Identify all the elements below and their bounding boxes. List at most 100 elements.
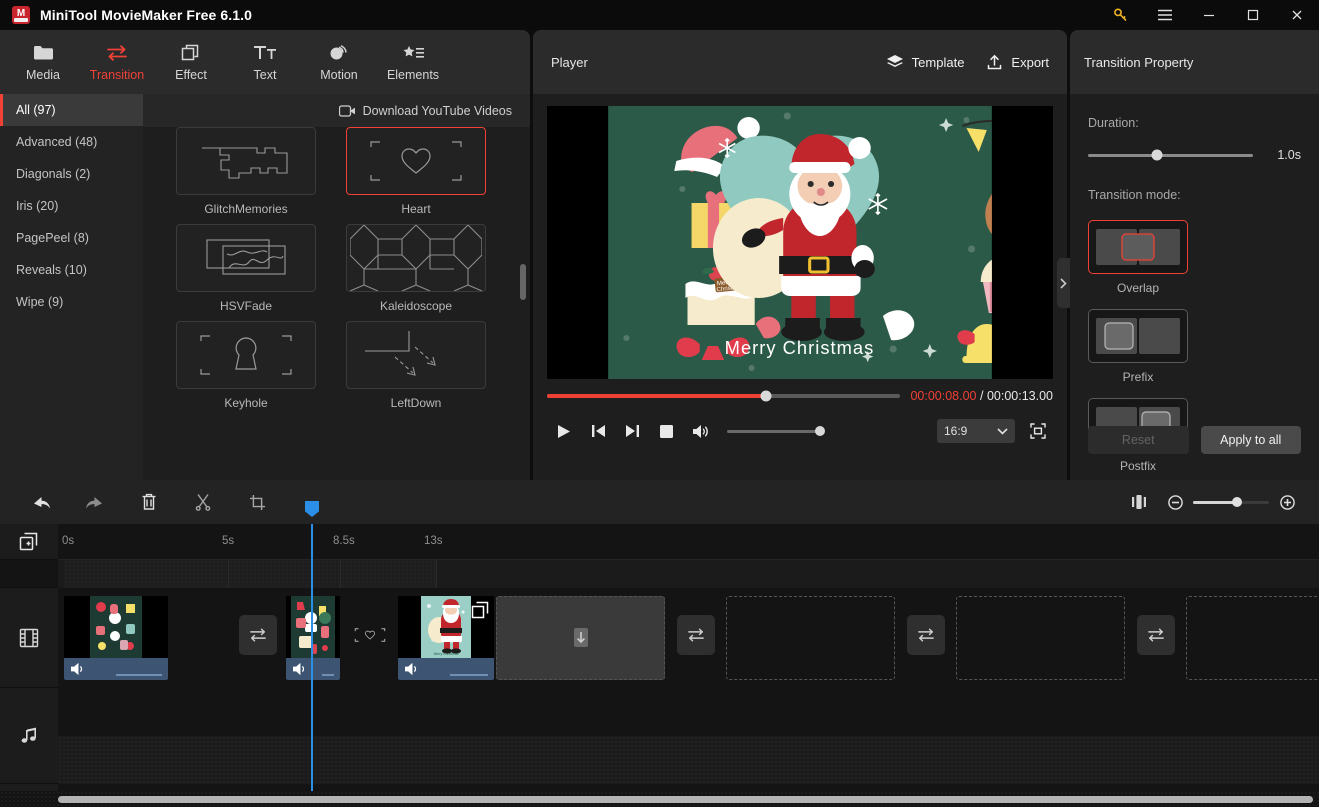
key-icon[interactable] <box>1099 0 1143 30</box>
fit-timeline-icon[interactable] <box>1121 485 1157 519</box>
maximize-icon[interactable] <box>1231 0 1275 30</box>
video-preview[interactable]: Merry Christmas Merry Christmas <box>547 106 1053 379</box>
property-body: Duration: 1.0s Transition mode: Overlap … <box>1070 94 1319 480</box>
tab-effect[interactable]: Effect <box>154 34 228 90</box>
playhead[interactable] <box>305 501 319 791</box>
transition-grid-wrap: Download YouTube Videos Fold GlitchDi <box>143 94 530 480</box>
transition-heart[interactable] <box>351 615 389 655</box>
reset-button[interactable]: Reset <box>1088 426 1189 454</box>
transition-slot-1[interactable] <box>239 615 277 655</box>
category-iris[interactable]: Iris (20) <box>0 190 143 222</box>
leftdown-icon[interactable] <box>346 321 486 389</box>
table-row[interactable] <box>286 596 340 680</box>
media-drop-slot[interactable] <box>496 596 665 680</box>
grid-cell-hsvfade[interactable]: HSVFade <box>161 224 331 313</box>
template-button[interactable]: Template <box>886 54 964 70</box>
play-icon[interactable] <box>547 416 581 446</box>
empty-slot-4[interactable] <box>1186 596 1319 680</box>
category-pagepeel[interactable]: PagePeel (8) <box>0 222 143 254</box>
table-row[interactable] <box>64 596 168 680</box>
redo-button[interactable] <box>68 485 122 519</box>
empty-slot-2[interactable] <box>726 596 895 680</box>
property-title: Transition Property <box>1084 54 1194 70</box>
close-icon[interactable] <box>1275 0 1319 30</box>
transition-mode-label: Transition mode: <box>1088 188 1181 202</box>
duration-knob[interactable] <box>1151 149 1163 161</box>
grid-cell-leftdown[interactable]: LeftDown <box>331 321 501 410</box>
mode-prefix[interactable]: Prefix <box>1088 309 1188 384</box>
tab-text-label: Text <box>253 67 277 82</box>
timeline-horizontal-scrollbar[interactable] <box>58 796 1313 803</box>
timeline-tracks: 0s 5s 8.5s 13s Merry Christmas <box>58 501 1319 791</box>
zoom-in-icon[interactable] <box>1275 485 1299 519</box>
add-media-icon[interactable] <box>0 524 58 560</box>
audio-track-header[interactable] <box>0 688 58 784</box>
aspect-ratio-select[interactable]: 16:9 <box>937 419 1015 443</box>
kaleidoscope-icon[interactable] <box>346 224 486 292</box>
fullscreen-icon[interactable] <box>1023 418 1053 444</box>
category-all[interactable]: All (97) <box>0 94 143 126</box>
grid-cell-kaleidoscope[interactable]: Kaleidoscope <box>331 224 501 313</box>
mode-overlap[interactable]: Overlap <box>1088 220 1188 295</box>
tab-transition[interactable]: Transition <box>80 34 154 90</box>
category-diagonals[interactable]: Diagonals (2) <box>0 158 143 190</box>
download-youtube-button[interactable]: Download YouTube Videos <box>143 94 530 127</box>
subtitle-track[interactable] <box>58 560 1319 588</box>
volume-slider[interactable] <box>727 426 825 436</box>
volume-knob[interactable] <box>815 426 825 436</box>
delete-button[interactable] <box>122 485 176 519</box>
export-button[interactable]: Export <box>986 54 1049 71</box>
tab-media[interactable]: Media <box>6 34 80 90</box>
tab-elements[interactable]: Elements <box>376 34 450 90</box>
collapse-panel-handle[interactable] <box>1057 258 1070 308</box>
subtitle-cell-1[interactable] <box>64 560 229 588</box>
apply-to-all-button[interactable]: Apply to all <box>1200 426 1301 454</box>
tab-text[interactable]: Text <box>228 34 302 90</box>
time-separator: / <box>979 389 984 403</box>
zoom-slider[interactable] <box>1193 497 1269 507</box>
heart-icon[interactable] <box>346 127 486 195</box>
volume-icon[interactable] <box>683 416 717 446</box>
total-time: 00:00:13.00 <box>986 389 1053 403</box>
stop-icon[interactable] <box>649 416 683 446</box>
progress-knob[interactable] <box>760 390 772 402</box>
previous-frame-icon[interactable] <box>581 416 615 446</box>
category-reveals-label: Reveals (10) <box>16 263 87 277</box>
grid-cell-heart[interactable]: Heart <box>331 127 501 216</box>
category-advanced[interactable]: Advanced (48) <box>0 126 143 158</box>
category-wipe[interactable]: Wipe (9) <box>0 286 143 318</box>
library-scrollbar[interactable] <box>520 264 526 300</box>
crop-button[interactable] <box>230 485 284 519</box>
next-frame-icon[interactable] <box>615 416 649 446</box>
glitch-memories-icon[interactable] <box>176 127 316 195</box>
keyhole-icon[interactable] <box>176 321 316 389</box>
transition-slot-5[interactable] <box>907 615 945 655</box>
mode-prefix-thumb[interactable] <box>1088 309 1188 363</box>
video-track[interactable]: Merry Christmas <box>58 588 1319 688</box>
zoom-knob[interactable] <box>1232 497 1243 507</box>
transition-slot-4[interactable] <box>677 615 715 655</box>
hamburger-menu-icon[interactable] <box>1143 0 1187 30</box>
video-track-header[interactable] <box>0 588 58 688</box>
duration-slider[interactable] <box>1088 149 1253 161</box>
clip-thumbnail-2 <box>286 596 340 658</box>
table-row[interactable]: Merry Christmas <box>398 596 494 680</box>
clip-copy-icon[interactable] <box>471 601 489 619</box>
zoom-out-icon[interactable] <box>1163 485 1187 519</box>
minimize-icon[interactable] <box>1187 0 1231 30</box>
tab-motion[interactable]: Motion <box>302 34 376 90</box>
grid-cell-glitchmemories[interactable]: GlitchMemories <box>161 127 331 216</box>
audio-track[interactable] <box>58 688 1319 784</box>
subtitle-cell-2[interactable] <box>229 560 341 588</box>
hsvfade-icon[interactable] <box>176 224 316 292</box>
transition-slot-6[interactable] <box>1137 615 1175 655</box>
player-progress-slider[interactable] <box>547 390 901 402</box>
grid-cell-keyhole[interactable]: Keyhole <box>161 321 331 410</box>
undo-button[interactable] <box>14 485 68 519</box>
timeline-ruler[interactable]: 0s 5s 8.5s 13s <box>58 524 1319 560</box>
mode-overlap-thumb[interactable] <box>1088 220 1188 274</box>
empty-slot-3[interactable] <box>956 596 1125 680</box>
split-button[interactable] <box>176 485 230 519</box>
category-reveals[interactable]: Reveals (10) <box>0 254 143 286</box>
subtitle-cell-3[interactable] <box>341 560 437 588</box>
